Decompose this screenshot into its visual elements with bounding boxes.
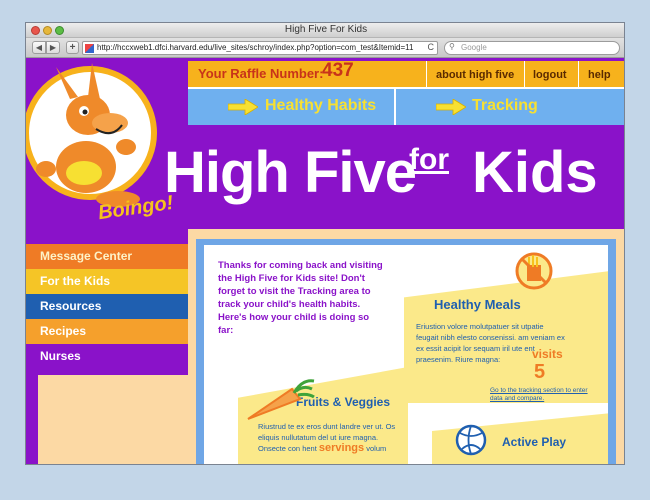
sidebar-item-recipes[interactable]: Recipes [26,319,188,344]
sidebar-item-nurses[interactable]: Nurses [26,344,188,369]
visits-label: visits [532,347,563,361]
fruits-veggies-tail: volum [366,444,387,453]
site-logo-kids: Kids [472,140,598,205]
help-link[interactable]: help [588,69,611,81]
logout-link[interactable]: logout [533,69,567,81]
arrow-right-icon [436,99,466,115]
address-bar[interactable]: http://hccxweb1.dfci.harvard.edu/live_si… [82,41,438,55]
healthy-meals-card: Healthy Meals Eriustion volore molutpatu… [404,271,608,403]
sidebar-panel [38,375,188,464]
arrow-right-icon [228,99,258,115]
browser-window: High Five For Kids ◀ ▶ + http://hccxweb1… [25,22,625,465]
site-logo-for: for [409,143,449,176]
tab-tracking[interactable]: Tracking [398,89,624,125]
favicon-icon [85,44,94,53]
divider [426,61,427,87]
back-button[interactable]: ◀ [32,41,46,54]
window-title: High Five For Kids [284,24,368,35]
top-bar: Your Raffle Number: 437 about high five … [188,60,624,87]
main-content: Thanks for coming back and visiting the … [196,239,616,464]
about-link[interactable]: about high five [436,69,514,81]
sidebar-item-resources[interactable]: Resources [26,294,188,319]
visits-count: 5 [534,361,546,383]
active-play-title: Active Play [502,435,567,449]
main-nav: Healthy Habits Tracking [188,87,624,125]
intro-text: Thanks for coming back and visiting the … [218,260,383,336]
sidebar-nav: Message Center For the Kids Resources Re… [26,244,188,369]
site-logo-text: High Five [164,140,417,205]
forward-button[interactable]: ▶ [46,41,60,54]
web-page: Your Raffle Number: 437 about high five … [26,59,624,464]
add-bookmark-button[interactable]: + [66,41,79,54]
raffle-label: Your Raffle Number: [198,66,324,81]
divider [578,61,579,87]
sidebar-item-for-the-kids[interactable]: For the Kids [26,269,188,294]
tab-healthy-habits[interactable]: Healthy Habits [188,89,396,125]
reload-icon[interactable]: C [428,42,435,52]
raffle-number: 437 [322,60,354,81]
fruits-veggies-text: Riustrud te ex eros dunt landre ver ut. … [258,421,408,454]
sidebar-item-message-center[interactable]: Message Center [26,244,188,269]
browser-toolbar: ◀ ▶ + http://hccxweb1.dfci.harvard.edu/l… [26,38,624,58]
search-input[interactable]: ⚲ Google [444,41,620,55]
healthy-meals-title: Healthy Meals [434,297,521,312]
divider [524,61,525,87]
tab-label: Tracking [472,97,538,114]
search-placeholder: Google [461,43,487,52]
tracking-section-link[interactable]: Go to the tracking section to enter data… [490,387,600,403]
content-panel: Thanks for coming back and visiting the … [204,245,608,464]
volleyball-icon [455,424,487,456]
title-bar: High Five For Kids [26,23,624,38]
fries-no-icon [515,252,553,290]
url-text: http://hccxweb1.dfci.harvard.edu/live_si… [97,43,414,52]
tab-label: Healthy Habits [265,97,377,114]
servings-label: servings [318,442,365,454]
search-icon: ⚲ [449,42,455,51]
carrot-icon [247,379,315,420]
